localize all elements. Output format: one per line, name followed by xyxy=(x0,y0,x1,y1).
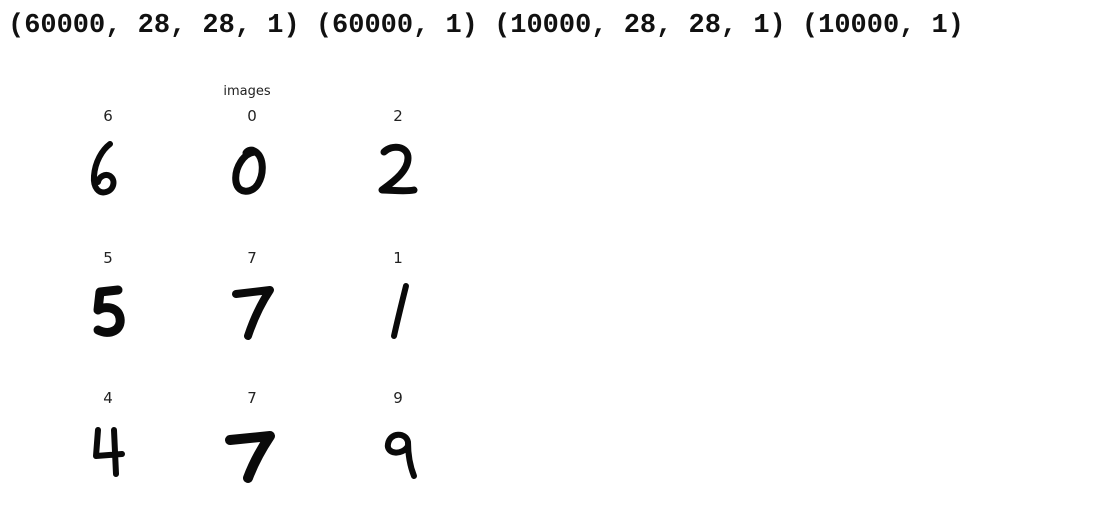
digit-cell: 5 xyxy=(68,248,148,358)
seven-digit-image xyxy=(232,286,274,340)
zero-digit-image xyxy=(232,146,266,195)
digit-cell: 7 xyxy=(212,248,292,358)
digit-cell: 9 xyxy=(358,388,438,498)
digit-label: 7 xyxy=(247,249,257,267)
digit-cell: 7 xyxy=(212,388,292,498)
six-digit-image xyxy=(90,141,117,196)
seven-digit-image xyxy=(225,431,275,483)
nine-digit-image xyxy=(384,431,417,479)
digit-cell: 6 xyxy=(68,106,148,216)
digit-cell: 0 xyxy=(212,106,292,216)
digit-label: 5 xyxy=(103,249,113,267)
digit-cell: 2 xyxy=(358,106,438,216)
digit-cell: 1 xyxy=(358,248,438,358)
one-digit-image xyxy=(391,283,409,339)
digit-cell: 4 xyxy=(68,388,148,498)
digit-label: 0 xyxy=(247,107,257,125)
two-digit-image xyxy=(378,143,418,195)
notebook-output: (60000, 28, 28, 1) (60000, 1) (10000, 28… xyxy=(0,0,1120,520)
digit-label: 4 xyxy=(103,389,113,407)
digit-label: 2 xyxy=(393,107,403,125)
digit-label: 1 xyxy=(393,249,403,267)
digit-label: 9 xyxy=(393,389,403,407)
array-shapes-output: (60000, 28, 28, 1) (60000, 1) (10000, 28… xyxy=(8,11,964,41)
figure-title: images xyxy=(223,84,271,99)
four-digit-image xyxy=(93,427,125,477)
five-digit-image xyxy=(93,285,125,337)
digit-label: 7 xyxy=(247,389,257,407)
digit-label: 6 xyxy=(103,107,113,125)
